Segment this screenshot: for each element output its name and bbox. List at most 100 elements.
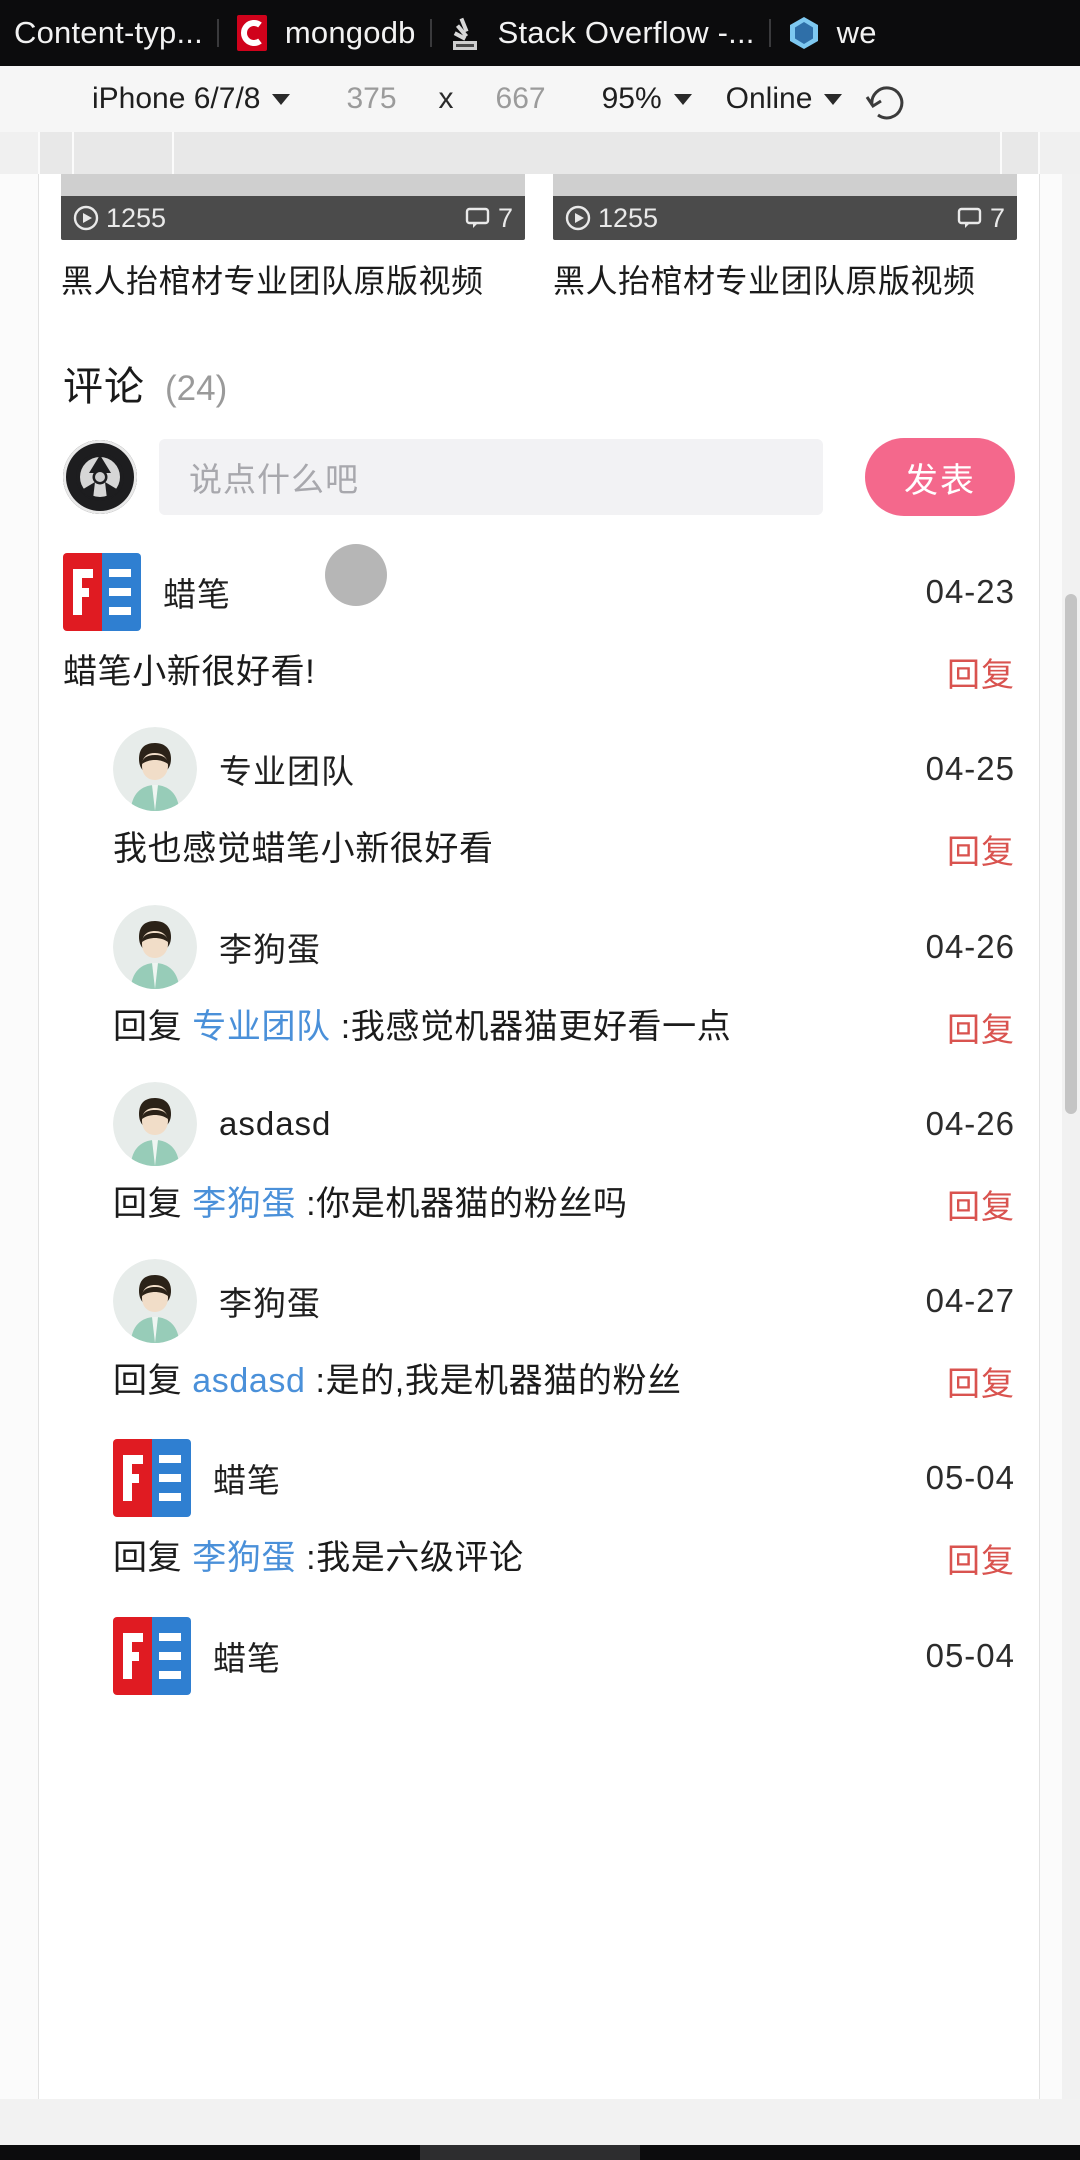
reply-button[interactable]: 回复 (919, 1003, 1015, 1051)
ruler-tick (1000, 132, 1002, 174)
comment-author[interactable]: 专业团队 (219, 745, 355, 793)
comment-date: 05-04 (925, 1459, 1015, 1497)
page-vertical-scrollbar[interactable] (1062, 174, 1080, 2099)
comment-count-group: 7 (957, 203, 1005, 234)
chevron-down-icon (673, 93, 692, 105)
comment-meta-row: 专业团队 04-25 (113, 723, 1015, 815)
default-user-avatar-icon (113, 904, 197, 989)
comment-body-row: 我也感觉蜡笔小新很好看 回复 (113, 825, 1015, 900)
comment-avatar[interactable] (113, 1439, 191, 1518)
reply-prefix: 回复 (113, 1184, 183, 1223)
play-count-group: 1255 (73, 203, 166, 234)
comment-avatar[interactable] (63, 553, 141, 631)
default-user-avatar-icon (113, 1259, 197, 1344)
rotate-device-button[interactable] (864, 77, 908, 121)
comment-body-row: 回复 asdasd :是的,我是机器猫的粉丝 回复 (113, 1357, 1015, 1432)
comment-date: 04-23 (925, 573, 1015, 610)
mention-link[interactable]: 李狗蛋 (192, 1539, 296, 1577)
comment-text-body: :我感觉机器猫更好看一点 (340, 1007, 732, 1046)
video-stats-bar: 1255 7 (61, 196, 525, 240)
comment-author[interactable]: 蜡笔 (163, 568, 231, 616)
comment-item: 蜡笔 05-04 回复 李狗蛋 :我是六级评论 回复 (63, 1432, 1015, 1609)
comment-body-row: 回复 专业团队 :我感觉机器猫更好看一点 回复 (113, 1003, 1015, 1078)
comment-body-row: 回复 李狗蛋 :我是六级评论 回复 (113, 1534, 1015, 1609)
browser-tab-title: Content-typ... (14, 15, 203, 50)
comments-count: (24) (165, 369, 228, 408)
submit-comment-button[interactable]: 发表 (865, 438, 1015, 516)
comment-avatar[interactable] (113, 727, 197, 812)
comment-item: 李狗蛋 04-26 回复 专业团队 :我感觉机器猫更好看一点 回复 (63, 901, 1015, 1078)
blue-cube-icon (789, 17, 818, 49)
ruler-tick (72, 132, 74, 174)
video-thumbnail[interactable]: 1255 7 (61, 174, 525, 240)
play-count-group: 1255 (565, 203, 658, 234)
taskbar-strip (0, 2145, 1080, 2160)
comment-text: 蜡笔小新很好看! (63, 653, 316, 691)
reply-button[interactable]: 回复 (919, 648, 1015, 696)
comment-avatar[interactable] (113, 1259, 197, 1344)
comment-body-row: 回复 李狗蛋 :你是机器猫的粉丝吗 回复 (113, 1180, 1015, 1255)
browser-tab-3[interactable]: we (771, 0, 891, 66)
video-card[interactable]: 1255 7 黑人抬棺材专业团队原版视频 (61, 174, 525, 303)
ruler-page-width (38, 132, 1038, 174)
mention-link[interactable]: 李狗蛋 (192, 1185, 296, 1223)
comment-item: 专业团队 04-25 我也感觉蜡笔小新很好看 回复 (63, 723, 1015, 900)
reply-button[interactable]: 回复 (919, 825, 1015, 873)
browser-tab-2[interactable]: Stack Overflow -... (432, 0, 769, 66)
loading-placeholder-dot (325, 544, 387, 606)
toolbar-left-spacer (0, 99, 86, 100)
window-bottom-band (0, 2099, 1080, 2160)
default-user-avatar-icon (113, 727, 197, 812)
comment-date: 04-27 (925, 1282, 1015, 1320)
dimension-separator: x (433, 66, 460, 132)
rotate-device-icon (866, 86, 904, 120)
browser-tab-1[interactable]: mongodb (219, 0, 430, 66)
viewport-width-value: 375 (346, 82, 397, 115)
ruler-tick (1038, 132, 1040, 174)
comment-count-group: 7 (465, 203, 513, 234)
taskbar-segment (420, 2145, 640, 2160)
viewport-height-input[interactable]: 667 (490, 66, 552, 132)
video-title[interactable]: 黑人抬棺材专业团队原版视频 (61, 260, 525, 303)
comment-author[interactable]: 李狗蛋 (219, 923, 321, 971)
comment-list: 蜡笔 04-23 蜡笔小新很好看! 回复 专业团队 04-25 我也感觉蜡笔小新… (39, 544, 1039, 1702)
stack-overflow-icon (452, 17, 477, 50)
device-select[interactable]: iPhone 6/7/8 (86, 66, 296, 132)
comment-item: asdasd 04-26 回复 李狗蛋 :你是机器猫的粉丝吗 回复 (63, 1078, 1015, 1255)
video-title[interactable]: 黑人抬棺材专业团队原版视频 (553, 260, 1017, 303)
chevron-down-icon (272, 93, 291, 105)
reply-button[interactable]: 回复 (919, 1534, 1015, 1582)
comment-input[interactable]: 说点什么吧 (159, 439, 823, 515)
viewport-height-value: 667 (495, 82, 546, 115)
zoom-select[interactable]: 95% (596, 66, 698, 132)
ruler-tick (38, 132, 40, 174)
comment-text: 我也感觉蜡笔小新很好看 (113, 830, 494, 869)
comment-bubble-icon (957, 207, 982, 228)
mongodb-red-c-icon (236, 15, 267, 51)
throttling-select-label: Online (725, 82, 813, 115)
video-card[interactable]: 1255 7 黑人抬棺材专业团队原版视频 (553, 174, 1017, 303)
video-thumbnail[interactable]: 1255 7 (553, 174, 1017, 240)
comment-author[interactable]: asdasd (219, 1105, 331, 1143)
current-user-avatar (63, 440, 137, 514)
comment-text: 回复 李狗蛋 :我是六级评论 (113, 1534, 919, 1583)
scrollbar-thumb[interactable] (1065, 594, 1077, 1114)
comment-avatar[interactable] (113, 904, 197, 989)
comment-author[interactable]: 蜡笔 (213, 1632, 281, 1680)
throttling-select[interactable]: Online (720, 66, 849, 132)
comment-meta-row: 蜡笔 04-23 (63, 544, 1015, 638)
viewport-width-input[interactable]: 375 (340, 66, 402, 132)
reply-button[interactable]: 回复 (919, 1180, 1015, 1228)
comment-avatar[interactable] (113, 1616, 191, 1695)
comment-avatar[interactable] (113, 1081, 197, 1166)
comment-meta-row: 蜡笔 05-04 (113, 1610, 1015, 1702)
comment-input-placeholder: 说点什么吧 (189, 461, 359, 498)
reply-button[interactable]: 回复 (919, 1357, 1015, 1405)
comment-author[interactable]: 蜡笔 (213, 1454, 281, 1502)
mention-link[interactable]: asdasd (192, 1362, 305, 1400)
comment-body-row: 蜡笔小新很好看! 回复 (63, 648, 1015, 723)
comment-meta-row: asdasd 04-26 (113, 1078, 1015, 1170)
comment-author[interactable]: 李狗蛋 (219, 1277, 321, 1325)
mention-link[interactable]: 专业团队 (192, 1008, 330, 1046)
browser-tab-0[interactable]: Content-typ... (0, 0, 217, 66)
